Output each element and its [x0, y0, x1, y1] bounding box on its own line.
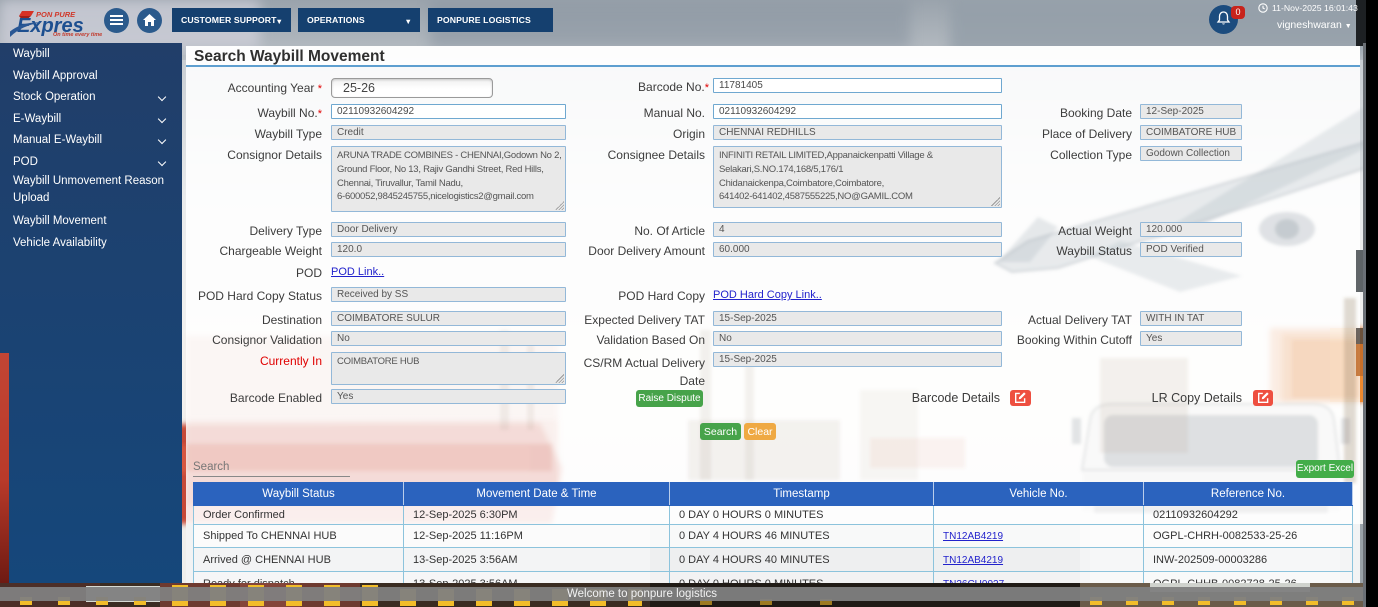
svg-text:On time every time: On time every time: [53, 32, 102, 38]
